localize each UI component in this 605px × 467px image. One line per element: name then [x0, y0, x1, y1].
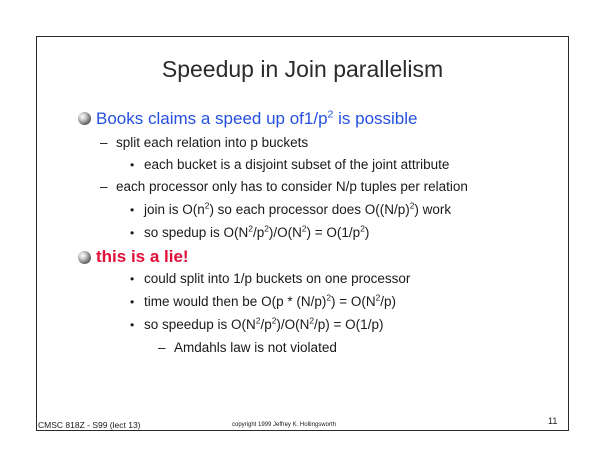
item-text: join is O(n	[144, 202, 205, 217]
dash-marker: –	[100, 179, 108, 194]
dot-marker: •	[130, 318, 135, 332]
dash-marker: –	[100, 135, 108, 150]
item-text: time would then be O(p * (N/p)	[144, 294, 327, 309]
item-text: ) = O(1/p	[306, 225, 361, 240]
item-time-formula: • time would then be O(p * (N/p)2) = O(N2…	[130, 293, 397, 309]
item-text: ) = O(N	[331, 294, 376, 309]
subbullet-text: split each relation into p buckets	[116, 135, 309, 150]
item-text: )/O(N	[276, 317, 310, 332]
dot-marker: •	[130, 226, 135, 240]
dot-marker: •	[130, 272, 135, 286]
item-split-one-processor: • could split into 1/p buckets on one pro…	[130, 271, 410, 286]
bullet-ball-icon	[78, 251, 91, 264]
subbullet-text: each processor only has to consider N/p …	[116, 179, 468, 194]
item-text: could split into 1/p buckets on one proc…	[144, 271, 411, 286]
subbullet-processor-tuples: – each processor only has to consider N/p…	[100, 179, 468, 194]
bullet-ball-icon	[78, 112, 91, 125]
dot-marker: •	[130, 295, 135, 309]
item-text: /p	[252, 225, 265, 240]
bullet-lie: this is a lie!	[96, 247, 189, 266]
dot-marker: •	[130, 203, 135, 217]
item-text: /p	[260, 317, 272, 332]
subitem-amdahl: – Amdahls law is not violated	[158, 340, 337, 355]
subbullet-split-relation: – split each relation into p buckets	[100, 135, 308, 150]
dot-marker: •	[130, 158, 135, 172]
bullet-text: Books claims a speed up of1/p	[96, 109, 328, 128]
item-speedup-formula: • so spedup is O(N2/p2)/O(N2) = O(1/p2)	[130, 224, 370, 240]
item-text: ) work	[414, 202, 452, 217]
dash-marker: –	[158, 340, 166, 355]
item-join-complexity: • join is O(n2) so each processor does O(…	[130, 201, 452, 217]
item-text: so speedup is O(N	[144, 317, 256, 332]
item-text: so spedup is O(N	[144, 225, 249, 240]
footer-course-label: CMSC 818Z - S99 (lect 13)	[38, 420, 141, 430]
item-text: /p) = O(1/p)	[314, 317, 384, 332]
bullet-speedup-claim: Books claims a speed up of1/p2 is possib…	[96, 109, 418, 129]
item-text: /p)	[380, 294, 397, 309]
item-disjoint-subset: • each bucket is a disjoint subset of the…	[130, 157, 449, 172]
item-text: ) so each processor does O((N/p)	[209, 202, 410, 217]
item-text: )	[364, 225, 370, 240]
subitem-text: Amdahls law is not violated	[174, 340, 337, 355]
bullet-text: is possible	[333, 109, 418, 128]
page-number: 11	[548, 416, 558, 426]
footer-copyright: copyright 1999 Jeffrey K. Hollingsworth	[232, 422, 336, 428]
item-speedup-result: • so speedup is O(N2/p2)/O(N2/p) = O(1/p)	[130, 316, 384, 332]
slide-title: Speedup in Join parallelism	[161, 56, 444, 82]
item-text: each bucket is a disjoint subset of the …	[144, 157, 450, 172]
item-text: )/O(N	[268, 225, 302, 240]
